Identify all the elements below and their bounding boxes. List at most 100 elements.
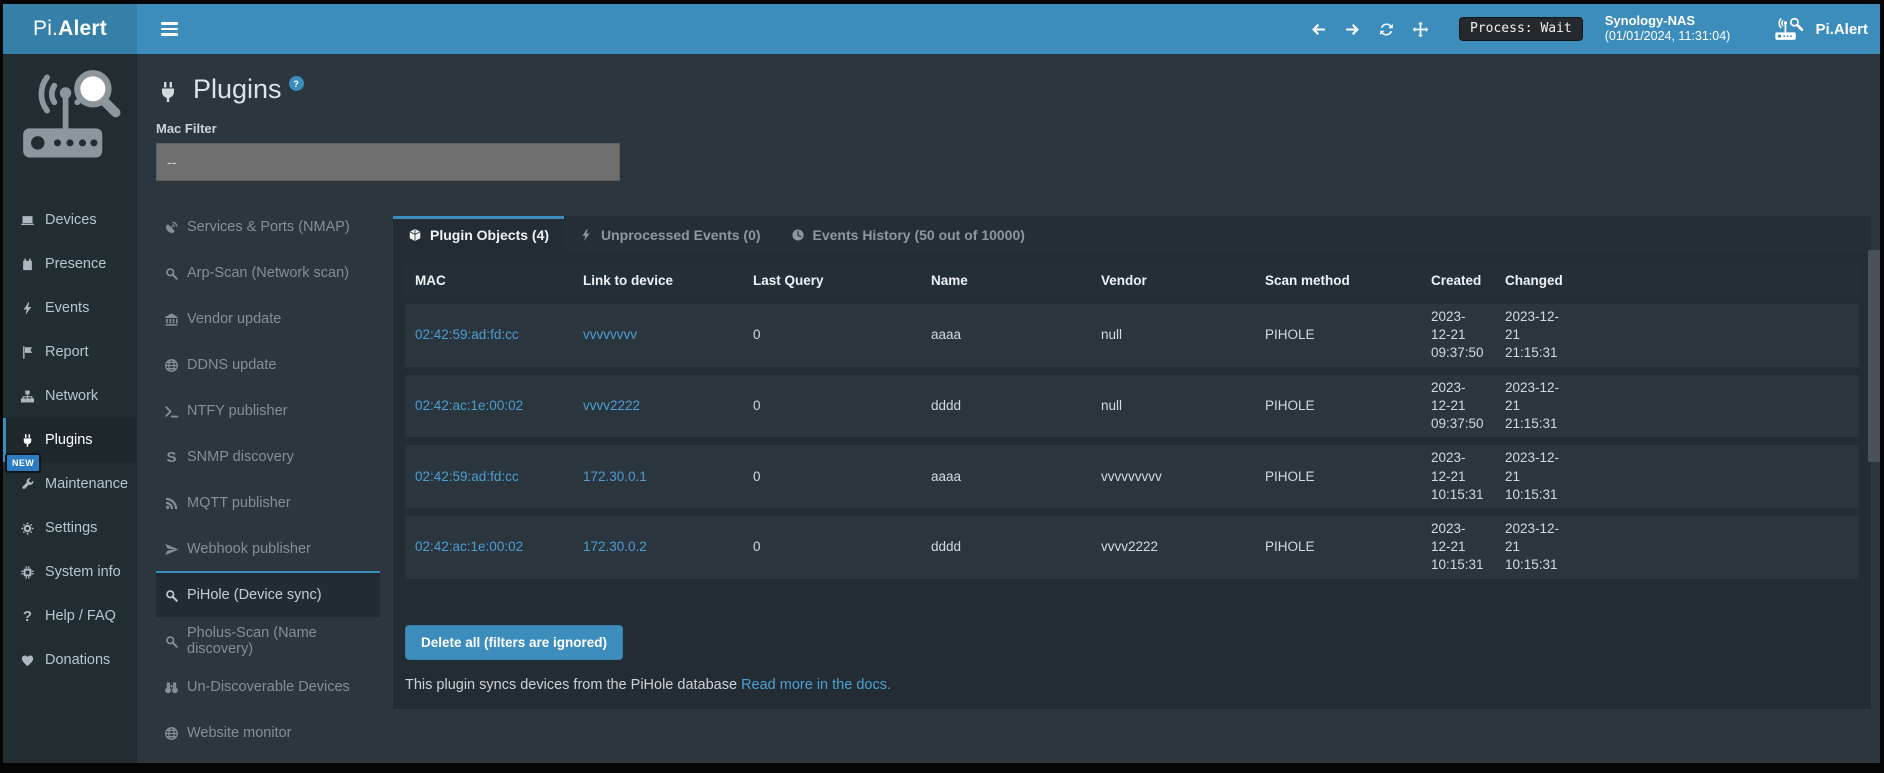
device-link[interactable]: 172.30.0.1 xyxy=(583,469,647,484)
rss-icon xyxy=(164,496,179,511)
search-icon xyxy=(164,266,179,281)
app-window: Pi.Alert Process: Wait Synology-NAS (01/… xyxy=(3,4,1880,763)
plugin-objects-card: MACLink to deviceLast QueryNameVendorSca… xyxy=(393,252,1871,709)
help-badge[interactable]: ? xyxy=(289,76,304,91)
plugin-nav-label: Pholus-Scan (Name discovery) xyxy=(187,625,372,657)
plugin-nav-item-pholus-scan-name-discovery[interactable]: Pholus-Scan (Name discovery) xyxy=(156,617,380,663)
tab-events-history-50-out-of-10000[interactable]: Events History (50 out of 10000) xyxy=(776,216,1040,252)
cell-mac: 02:42:59:ad:fd:cc xyxy=(405,304,573,367)
sidebar-item-label: Events xyxy=(45,300,89,316)
cell-scan_method: PIHOLE xyxy=(1255,445,1421,508)
mac-link[interactable]: 02:42:ac:1e:00:02 xyxy=(415,539,523,554)
device-link[interactable]: 172.30.0.2 xyxy=(583,539,647,554)
sidebar-item-report[interactable]: Report xyxy=(3,330,137,374)
search-icon xyxy=(164,634,179,649)
mac-link[interactable]: 02:42:59:ad:fd:cc xyxy=(415,469,519,484)
sidebar-item-network[interactable]: Network xyxy=(3,374,137,418)
plugin-panel: Plugin Objects (4) Unprocessed Events (0)… xyxy=(393,216,1871,709)
sitemap-icon xyxy=(20,389,35,404)
main-content: Plugins ? Mac Filter Services & Ports (N… xyxy=(137,54,1880,763)
bolt-icon xyxy=(20,301,35,316)
back-arrow-icon[interactable] xyxy=(1305,16,1331,42)
globe-icon xyxy=(164,358,179,373)
column-header-scan-method: Scan method xyxy=(1255,264,1421,296)
cell-created: 2023-12-21 09:37:50 xyxy=(1421,375,1495,438)
mac-link[interactable]: 02:42:ac:1e:00:02 xyxy=(415,398,523,413)
device-link[interactable]: vvvvvvvv xyxy=(583,327,637,342)
table-row: 02:42:59:ad:fd:cc172.30.0.10aaaavvvvvvvv… xyxy=(405,445,1859,508)
plugin-nav-label: Vendor update xyxy=(187,311,281,327)
sidebar-item-devices[interactable]: Devices xyxy=(3,198,137,242)
cell-vendor: null xyxy=(1091,304,1255,367)
scrollbar-thumb[interactable] xyxy=(1868,250,1880,462)
plugin-nav-item-ntfy-publisher[interactable]: NTFY publisher xyxy=(156,387,380,433)
cell-name: dddd xyxy=(921,375,1091,438)
host-name: Synology-NAS xyxy=(1605,13,1731,29)
docs-link[interactable]: Read more in the docs. xyxy=(741,677,891,693)
tab-unprocessed-events-0[interactable]: Unprocessed Events (0) xyxy=(564,216,776,252)
plugin-nav-item-webhook-publisher[interactable]: Webhook publisher xyxy=(156,525,380,571)
column-header-vendor: Vendor xyxy=(1091,264,1255,296)
cell-mac: 02:42:ac:1e:00:02 xyxy=(405,516,573,579)
plugin-nav-item-snmp-discovery[interactable]: SSNMP discovery xyxy=(156,433,380,479)
cell-created: 2023-12-21 09:37:50 xyxy=(1421,304,1495,367)
delete-all-button[interactable]: Delete all (filters are ignored) xyxy=(405,625,623,660)
plugin-nav-item-website-monitor[interactable]: Website monitor xyxy=(156,709,380,755)
question-icon: ? xyxy=(20,609,35,624)
brand-logo[interactable]: Pi.Alert xyxy=(3,4,137,54)
flag-icon xyxy=(20,345,35,360)
sidebar-item-label: Plugins xyxy=(45,432,93,448)
cell-created: 2023-12-21 10:15:31 xyxy=(1421,516,1495,579)
move-icon[interactable] xyxy=(1407,16,1433,42)
plug-icon xyxy=(20,433,35,448)
forward-arrow-icon[interactable] xyxy=(1339,16,1365,42)
topbar-right: Process: Wait Synology-NAS (01/01/2024, … xyxy=(189,13,1880,45)
tab-label: Unprocessed Events (0) xyxy=(601,227,761,243)
plugin-nav-label: Un-Discoverable Devices xyxy=(187,679,350,695)
refresh-icon[interactable] xyxy=(1373,16,1399,42)
plugin-nav-item-mqtt-publisher[interactable]: MQTT publisher xyxy=(156,479,380,525)
plugin-objects-table: MACLink to deviceLast QueryNameVendorSca… xyxy=(405,256,1859,587)
router-logo xyxy=(18,68,122,172)
plugin-nav-item-vendor-update[interactable]: Vendor update xyxy=(156,295,380,341)
gear-icon xyxy=(20,521,35,536)
cube-icon xyxy=(408,228,422,242)
hamburger-menu-button[interactable] xyxy=(149,4,189,54)
cell-changed: 2023-12-21 10:15:31 xyxy=(1495,445,1577,508)
plugin-nav-label: PiHole (Device sync) xyxy=(187,587,322,603)
topbar-nav-icons xyxy=(1297,16,1433,42)
send-icon xyxy=(164,542,179,557)
plugin-nav-item-arp-scan-network-scan[interactable]: Arp-Scan (Network scan) xyxy=(156,249,380,295)
plugin-nav-item-ddns-update[interactable]: DDNS update xyxy=(156,341,380,387)
cell-created: 2023-12-21 10:15:31 xyxy=(1421,445,1495,508)
sidebar-item-events[interactable]: Events xyxy=(3,286,137,330)
device-link[interactable]: vvvv2222 xyxy=(583,398,640,413)
sidebar-item-label: Report xyxy=(45,344,89,360)
plugin-nav-item-services-ports-nmap[interactable]: Services & Ports (NMAP) xyxy=(156,203,380,249)
bolt-icon xyxy=(579,228,593,242)
brand-text: Pi.Alert xyxy=(33,17,107,41)
cell-last_query: 0 xyxy=(743,516,921,579)
sidebar-item-settings[interactable]: Settings xyxy=(3,506,137,550)
plugin-nav-item-un-discoverable-devices[interactable]: Un-Discoverable Devices xyxy=(156,663,380,709)
mac-filter-input[interactable] xyxy=(156,143,620,181)
sidebar-item-donations[interactable]: Donations xyxy=(3,638,137,682)
sidebar-item-help-faq[interactable]: ?Help / FAQ xyxy=(3,594,137,638)
heart-icon xyxy=(20,653,35,668)
chip-icon xyxy=(20,565,35,580)
sidebar-item-system-info[interactable]: System info xyxy=(3,550,137,594)
sidebar-item-presence[interactable]: Presence xyxy=(3,242,137,286)
tab-plugin-objects-4[interactable]: Plugin Objects (4) xyxy=(393,216,564,252)
plugin-nav-label: Arp-Scan (Network scan) xyxy=(187,265,349,281)
plugin-nav-item-pihole-device-sync[interactable]: PiHole (Device sync) xyxy=(156,571,380,617)
topbar-app-name: Pi.Alert xyxy=(1815,21,1868,38)
binoculars-icon xyxy=(164,680,179,695)
column-header-mac: MAC xyxy=(405,264,573,296)
sidebar: DevicesPresence Events Report Network Plugin… xyxy=(3,54,137,763)
sidebar-item-label: Network xyxy=(45,388,98,404)
cell-link: vvvv2222 xyxy=(573,375,743,438)
mac-link[interactable]: 02:42:59:ad:fd:cc xyxy=(415,327,519,342)
s-icon: S xyxy=(164,450,179,465)
search-icon xyxy=(164,588,179,603)
sidebar-item-maintenance[interactable]: MaintenanceNEW xyxy=(3,462,137,506)
